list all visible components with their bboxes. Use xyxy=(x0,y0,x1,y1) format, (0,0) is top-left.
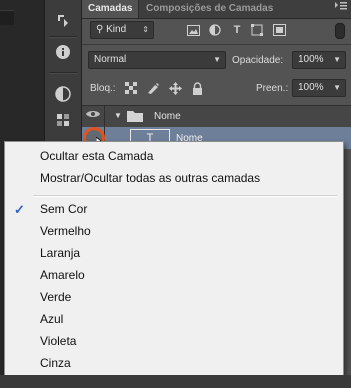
panel-tabs: Camadas Composições de Camadas xyxy=(82,0,351,19)
fill-input[interactable]: 100% ▼ xyxy=(292,79,346,97)
blend-mode-value: Normal xyxy=(94,54,127,65)
lock-transparent-pixels-icon[interactable] xyxy=(124,82,138,94)
chevron-down-icon: ▼ xyxy=(213,55,221,64)
menu-item-color-orange[interactable]: Laranja xyxy=(5,243,341,264)
canvas-corner xyxy=(0,10,14,25)
filter-type-icon[interactable]: T xyxy=(230,24,244,36)
adjustments-icon[interactable] xyxy=(51,82,75,106)
menu-item-show-hide-other-layers[interactable]: Mostrar/Ocultar todas as outras camadas xyxy=(5,168,341,189)
tab-camadas[interactable]: Camadas xyxy=(82,0,140,18)
folder-icon xyxy=(127,110,143,125)
filter-shape-icon[interactable] xyxy=(250,24,264,36)
styles-icon[interactable] xyxy=(51,108,75,132)
menu-item-color-none[interactable]: ✓ Sem Cor xyxy=(5,199,341,220)
filter-toggle-switch[interactable] xyxy=(335,23,345,39)
lock-all-icon[interactable] xyxy=(190,81,204,95)
checkmark-icon: ✓ xyxy=(14,202,25,217)
panel-bottom-strip xyxy=(0,375,351,388)
menu-item-hide-this-layer[interactable]: Ocultar esta Camada xyxy=(5,146,341,167)
tool-separator xyxy=(49,36,77,38)
eye-icon[interactable] xyxy=(86,109,100,122)
fill-value: 100% xyxy=(298,82,324,93)
fill-label: Preen.: xyxy=(256,83,289,94)
menu-item-color-red[interactable]: Vermelho xyxy=(5,221,341,242)
lock-image-pixels-icon[interactable] xyxy=(146,82,160,94)
layer-group-name: Nome xyxy=(154,111,181,122)
menu-item-color-green[interactable]: Verde xyxy=(5,287,341,308)
lock-position-icon[interactable] xyxy=(168,81,182,95)
panel-menu-icon[interactable] xyxy=(335,1,347,14)
filter-kind-value: Kind xyxy=(106,24,127,35)
menu-item-color-yellow[interactable]: Amarelo xyxy=(5,265,341,286)
filter-smart-object-icon[interactable] xyxy=(272,24,286,36)
history-icon[interactable] xyxy=(51,8,75,32)
filter-kind-dropdown[interactable]: ⚲ Kind ⇕ xyxy=(90,21,154,39)
menu-item-color-blue[interactable]: Azul xyxy=(5,309,341,330)
menu-item-color-violet[interactable]: Violeta xyxy=(5,331,341,352)
info-icon[interactable] xyxy=(51,40,75,64)
menu-item-label: Sem Cor xyxy=(40,202,88,216)
filter-pixel-icon[interactable] xyxy=(186,24,200,36)
tool-separator xyxy=(49,72,77,74)
search-icon: ⚲ xyxy=(96,24,107,35)
chevron-updown-icon: ⇕ xyxy=(142,25,149,34)
layer-context-menu: Ocultar esta Camada Mostrar/Ocultar toda… xyxy=(4,141,344,376)
menu-item-color-gray[interactable]: Cinza xyxy=(5,353,341,374)
chevron-down-icon: ▼ xyxy=(333,55,341,64)
opacity-value: 100% xyxy=(298,54,324,65)
tab-composicoes-de-camadas[interactable]: Composições de Camadas xyxy=(140,0,279,18)
chevron-down-icon: ▼ xyxy=(333,83,341,92)
layer-group-row[interactable]: ▼ Nome xyxy=(82,105,351,128)
opacity-input[interactable]: 100% ▼ xyxy=(292,51,346,69)
opacity-label: Opacidade: xyxy=(232,55,284,66)
expand-triangle-icon[interactable]: ▼ xyxy=(114,111,122,120)
lock-label: Bloq.: xyxy=(90,83,116,94)
menu-separator xyxy=(33,195,337,197)
blend-mode-dropdown[interactable]: Normal ▼ xyxy=(88,51,226,69)
visibility-column[interactable] xyxy=(82,106,105,127)
filter-adjustment-icon[interactable] xyxy=(208,24,222,36)
divider xyxy=(82,44,351,45)
